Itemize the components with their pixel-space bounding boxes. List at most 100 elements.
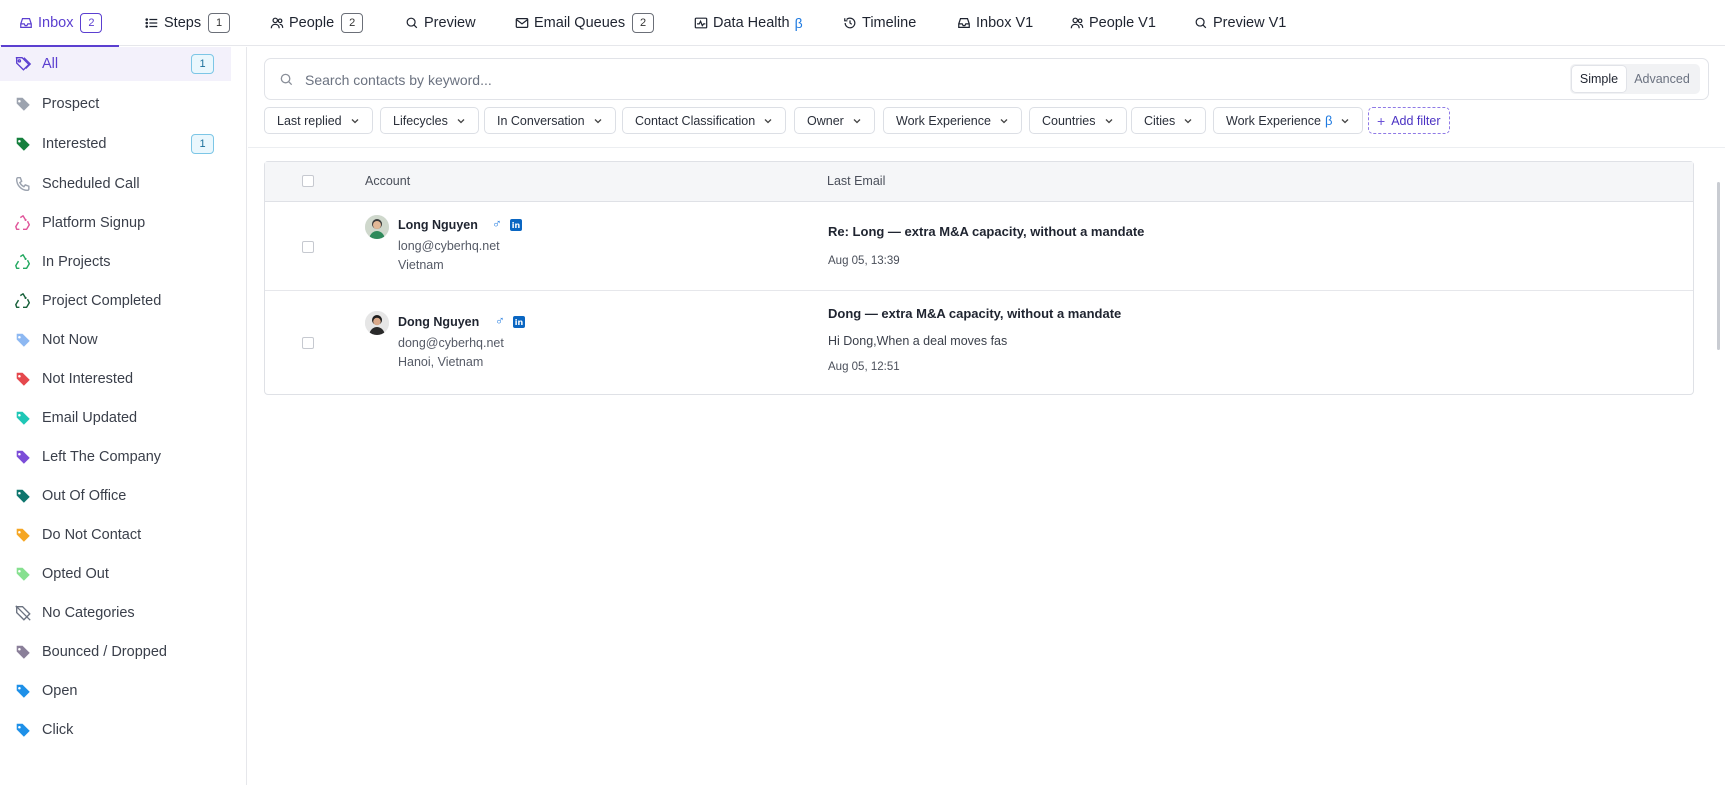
- chevron-down-icon: [342, 116, 360, 126]
- email-subject[interactable]: Dong — extra M&A capacity, without a man…: [828, 306, 1121, 321]
- list-icon: [145, 18, 158, 28]
- filter-work-experience-beta[interactable]: Work Experience β: [1213, 107, 1364, 134]
- sidebar-item-interested[interactable]: Interested 1: [0, 127, 231, 161]
- mail-icon: [515, 18, 529, 28]
- table-header: Account Last Email: [265, 162, 1693, 202]
- linkedin-icon[interactable]: in: [513, 316, 525, 328]
- tag-icon: [13, 525, 33, 545]
- health-chart-icon: [694, 17, 708, 29]
- search-icon: [406, 17, 418, 29]
- count-badge: 1: [191, 54, 214, 74]
- divider: [248, 147, 1725, 148]
- chevron-down-icon: [1332, 116, 1350, 126]
- sidebar-item-label: Scheduled Call: [42, 176, 140, 192]
- tab-label: Data Health: [713, 15, 790, 31]
- add-filter-button[interactable]: + Add filter: [1368, 107, 1450, 134]
- mode-simple-button[interactable]: Simple: [1572, 66, 1626, 92]
- filter-label: Lifecycles: [393, 113, 448, 128]
- tab-timeline[interactable]: Timeline: [843, 0, 916, 46]
- tag-icon: [13, 564, 33, 584]
- select-all-checkbox[interactable]: [302, 175, 314, 187]
- sidebar-item-label: Prospect: [42, 96, 100, 112]
- filter-label: Last replied: [277, 113, 342, 128]
- chevron-down-icon: [448, 116, 466, 126]
- tab-label: Timeline: [862, 15, 917, 31]
- search-icon: [1195, 17, 1207, 29]
- search-input[interactable]: [305, 69, 1405, 91]
- sidebar-item-in-projects[interactable]: In Projects: [0, 245, 231, 279]
- beta-mark: β: [794, 15, 803, 31]
- sidebar-item-label: Email Updated: [42, 410, 138, 426]
- recycle-icon: [13, 252, 33, 272]
- tab-inbox-v1[interactable]: Inbox V1: [957, 0, 1033, 46]
- tag-icon: [13, 94, 33, 114]
- tag-icon: [13, 642, 33, 662]
- sidebar-item-project-completed[interactable]: Project Completed: [0, 284, 231, 318]
- contact-name[interactable]: Dong Nguyen: [398, 315, 479, 329]
- avatar-photo: [365, 311, 389, 335]
- sidebar-item-label: All: [42, 56, 59, 72]
- filter-last-replied[interactable]: Last replied: [264, 107, 373, 134]
- contact-name[interactable]: Long Nguyen: [398, 218, 478, 232]
- tab-preview[interactable]: Preview: [405, 0, 476, 46]
- chevron-down-icon: [755, 116, 773, 126]
- tab-count-badge: 2: [341, 13, 364, 33]
- linkedin-icon[interactable]: in: [510, 219, 522, 231]
- sidebar-item-opted-out[interactable]: Opted Out: [0, 557, 231, 591]
- sidebar-item-not-interested[interactable]: Not Interested: [0, 362, 231, 396]
- chevron-down-icon: [844, 116, 862, 126]
- search-icon: [280, 73, 293, 86]
- tab-people-v1[interactable]: People V1: [1070, 0, 1156, 46]
- filter-countries[interactable]: Countries: [1029, 107, 1127, 134]
- add-filter-label: Add filter: [1391, 113, 1441, 128]
- sidebar-item-label: Opted Out: [42, 566, 109, 582]
- sidebar-item-out-of-office[interactable]: Out Of Office: [0, 479, 231, 513]
- tab-steps[interactable]: Steps 1: [145, 0, 231, 46]
- filter-in-conversation[interactable]: In Conversation: [484, 107, 616, 134]
- tag-icon: [13, 369, 33, 389]
- contact-email: dong@cyberhq.net: [398, 336, 504, 350]
- count-badge: 1: [191, 134, 214, 154]
- contact-location: Hanoi, Vietnam: [398, 355, 484, 369]
- sidebar-item-no-categories[interactable]: No Categories: [0, 596, 231, 630]
- sidebar-item-click[interactable]: Click: [0, 713, 231, 747]
- filter-lifecycles[interactable]: Lifecycles: [380, 107, 479, 134]
- sidebar-item-scheduled-call[interactable]: Scheduled Call: [0, 167, 231, 201]
- filter-cities[interactable]: Cities: [1131, 107, 1207, 134]
- sidebar-item-label: In Projects: [42, 254, 111, 270]
- table-row[interactable]: Long Nguyen ♂ in long@cyberhq.net Vietna…: [265, 202, 1693, 291]
- filter-work-experience[interactable]: Work Experience: [883, 107, 1022, 134]
- chevron-down-icon: [1096, 116, 1114, 126]
- row-checkbox[interactable]: [302, 337, 314, 349]
- mode-advanced-button[interactable]: Advanced: [1626, 66, 1698, 92]
- tab-people[interactable]: People 2: [270, 0, 364, 46]
- sidebar-item-do-not-contact[interactable]: Do Not Contact: [0, 518, 231, 552]
- email-subject[interactable]: Re: Long — extra M&A capacity, without a…: [828, 224, 1144, 239]
- tab-label: Inbox: [38, 15, 74, 31]
- sidebar-item-bounced-dropped[interactable]: Bounced / Dropped: [0, 635, 231, 669]
- table-row[interactable]: Dong Nguyen ♂ in dong@cyberhq.net Hanoi,…: [265, 291, 1693, 396]
- tag-icon: [13, 330, 33, 350]
- sidebar-item-label: Left The Company: [42, 449, 162, 465]
- tab-email-queues[interactable]: Email Queues 2: [515, 0, 655, 46]
- sidebar-item-open[interactable]: Open: [0, 674, 231, 708]
- tab-inbox[interactable]: Inbox 2: [0, 0, 121, 47]
- sidebar-item-email-updated[interactable]: Email Updated: [0, 401, 231, 435]
- sidebar-item-label: Not Interested: [42, 371, 134, 387]
- filter-contact-classification[interactable]: Contact Classification: [622, 107, 787, 134]
- tab-data-health[interactable]: Data Health β: [694, 0, 803, 46]
- tab-count-badge: 1: [208, 13, 231, 33]
- sidebar-item-left-the-company[interactable]: Left The Company: [0, 440, 231, 474]
- sidebar-item-not-now[interactable]: Not Now: [0, 323, 231, 357]
- scrollbar[interactable]: [1717, 182, 1720, 350]
- sidebar-item-prospect[interactable]: Prospect: [0, 87, 231, 121]
- sidebar-item-all[interactable]: All 1: [0, 47, 231, 81]
- row-checkbox[interactable]: [302, 241, 314, 253]
- tab-preview-v1[interactable]: Preview V1: [1194, 0, 1286, 46]
- sidebar-item-label: Do Not Contact: [42, 527, 142, 543]
- filter-label: Owner: [807, 113, 844, 128]
- sidebar-item-label: Not Now: [42, 332, 98, 348]
- tag-icon: [13, 720, 33, 740]
- filter-owner[interactable]: Owner: [794, 107, 875, 134]
- sidebar-item-platform-signup[interactable]: Platform Signup: [0, 206, 231, 240]
